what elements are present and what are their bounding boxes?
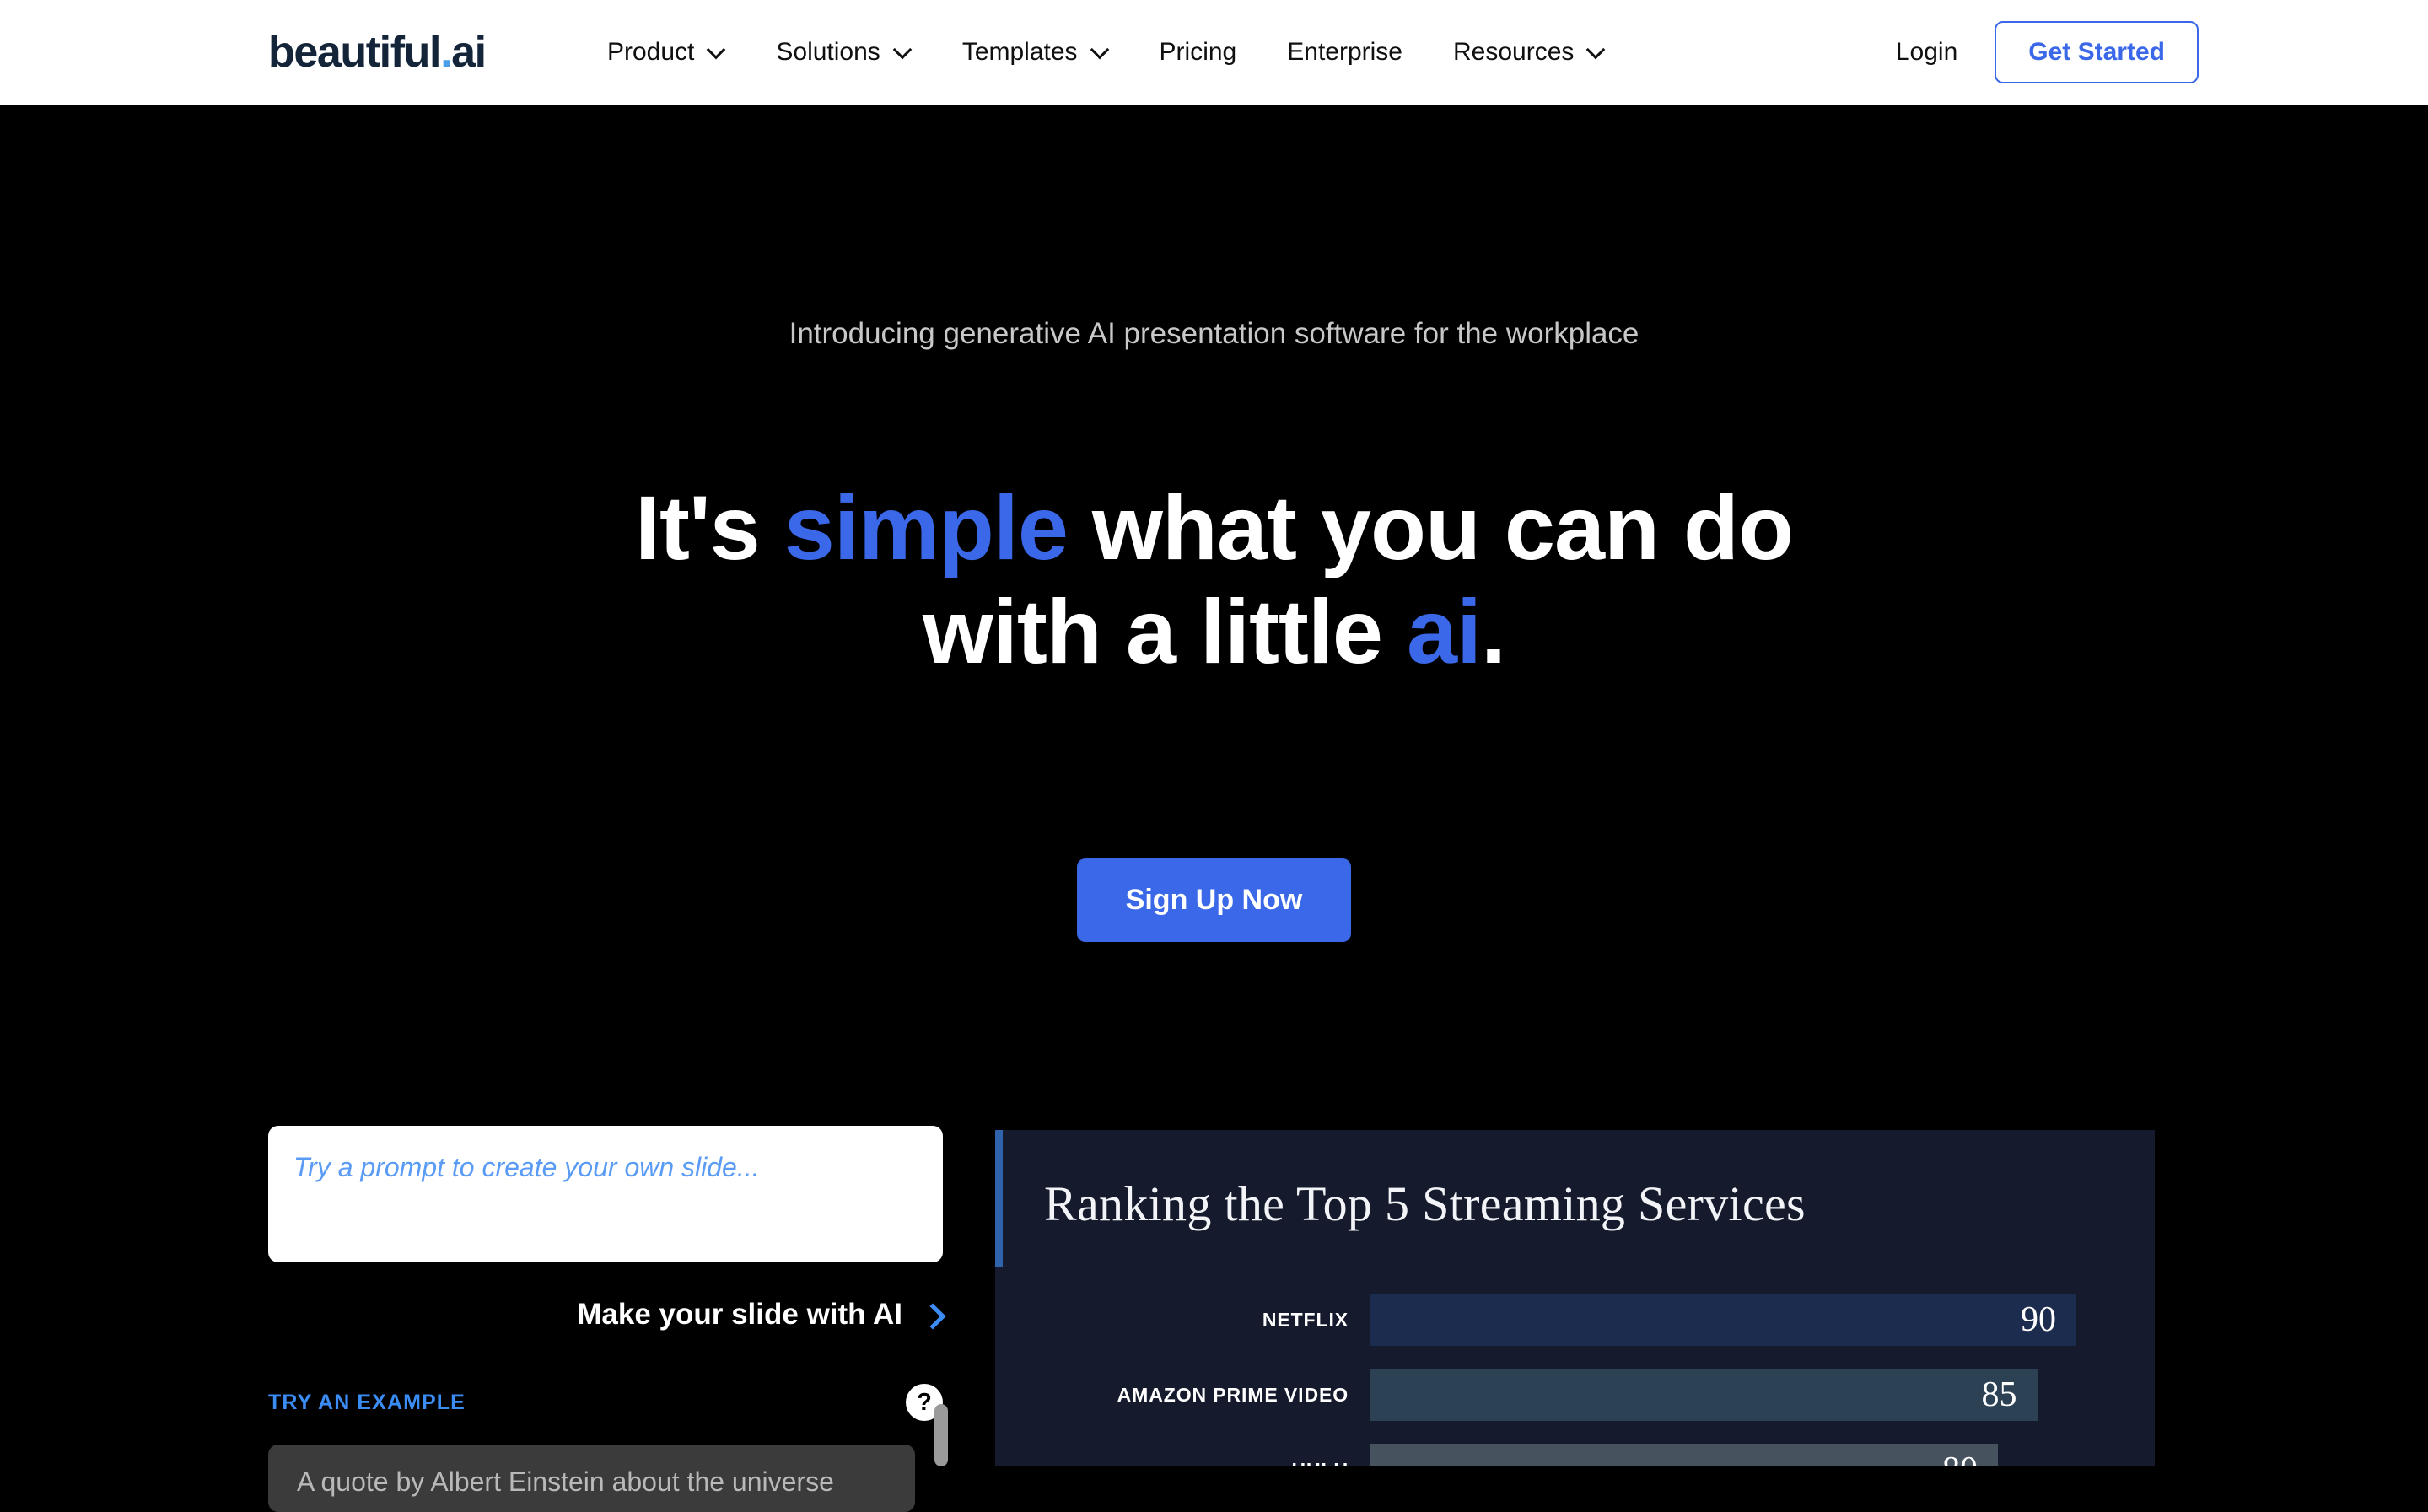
nav-item-pricing-label: Pricing [1159, 38, 1237, 66]
headline-line-2: with a little ai. [0, 579, 2428, 683]
chevron-down-icon [1092, 44, 1109, 61]
bar-track: 80 [1370, 1444, 2155, 1466]
prompt-panel: Make your slide with AI TRY AN EXAMPLE ?… [268, 1126, 943, 1512]
chevron-down-icon [1588, 44, 1605, 61]
chevron-down-icon [895, 44, 912, 61]
nav-item-enterprise-label: Enterprise [1287, 38, 1402, 66]
horizontal-bar-chart: NETFLIX 90 AMAZON PRIME VIDEO 85 HULU [995, 1294, 2155, 1466]
sign-up-now-button[interactable]: Sign Up Now [1076, 858, 1352, 942]
bar-value-label: 85 [1981, 1375, 2017, 1414]
logo-text-main: beautiful [268, 28, 441, 77]
nav-item-templates-label: Templates [961, 38, 1078, 66]
nav-item-resources[interactable]: Resources [1428, 38, 1630, 67]
bar-fill: 85 [1370, 1369, 2038, 1421]
headline-part-2: what you can do [1067, 476, 1794, 578]
example-list-scrollbar[interactable] [934, 1404, 948, 1466]
headline-part-1: It's [635, 476, 784, 578]
nav-item-templates[interactable]: Templates [937, 38, 1134, 67]
prompt-input[interactable] [268, 1126, 943, 1262]
make-slide-label: Make your slide with AI [577, 1298, 902, 1331]
hero-eyebrow-text: Introducing generative AI presentation s… [789, 317, 1639, 350]
bar-category-label: AMAZON PRIME VIDEO [1117, 1383, 1349, 1406]
nav-item-resources-label: Resources [1452, 38, 1575, 66]
chart-bar-row: NETFLIX 90 [995, 1294, 2155, 1346]
nav-item-solutions[interactable]: Solutions [751, 38, 936, 67]
hero-cta-wrapper: Sign Up Now [0, 858, 2428, 942]
hero-section: Introducing generative AI presentation s… [0, 105, 2428, 1512]
nav-auth-actions: Login Get Started [1896, 21, 2199, 83]
nav-item-product-label: Product [607, 38, 695, 66]
nav-item-solutions-label: Solutions [776, 38, 880, 66]
brand-logo[interactable]: beautiful. ai [268, 27, 487, 78]
slide-title: Ranking the Top 5 Streaming Services [1044, 1176, 1806, 1231]
bar-fill: 90 [1370, 1294, 2076, 1346]
nav-item-enterprise[interactable]: Enterprise [1262, 38, 1428, 67]
bar-category-label: NETFLIX [1262, 1308, 1349, 1331]
headline-part-3: with a little [922, 580, 1407, 683]
bar-value-label: 80 [1942, 1450, 1978, 1466]
headline-part-4: . [1481, 580, 1506, 683]
bar-category-label: HULU [995, 1459, 1370, 1467]
bar-track: 90 [1370, 1294, 2155, 1346]
try-an-example-label: TRY AN EXAMPLE [268, 1390, 466, 1414]
top-navigation-bar: beautiful. ai Product Solutions Templates… [0, 0, 2428, 105]
bar-fill: 80 [1370, 1444, 1998, 1466]
scrollbar-thumb[interactable] [934, 1404, 948, 1466]
headline-accent-ai: ai [1406, 580, 1482, 683]
slide-accent-bar [995, 1130, 1003, 1267]
chevron-down-icon [708, 44, 725, 61]
chart-bar-row: AMAZON PRIME VIDEO 85 [995, 1369, 2155, 1421]
slide-preview[interactable]: Ranking the Top 5 Streaming Services NET… [995, 1130, 2155, 1466]
logo-dot: . [440, 28, 452, 77]
make-slide-with-ai-button[interactable]: Make your slide with AI [268, 1298, 943, 1332]
login-link[interactable]: Login [1896, 38, 1957, 67]
example-prompt-card[interactable]: A quote by Albert Einstein about the uni… [268, 1445, 915, 1512]
bar-value-label: 90 [2021, 1300, 2056, 1339]
hero-headline: It's simple what you can do with a littl… [0, 476, 2428, 683]
try-example-header: TRY AN EXAMPLE ? [268, 1384, 943, 1421]
nav-item-product[interactable]: Product [582, 38, 751, 67]
headline-accent-simple: simple [783, 476, 1069, 578]
chart-bar-row: HULU 80 [995, 1444, 2155, 1466]
logo-text-ai: ai [451, 28, 487, 77]
chevron-right-icon [921, 1304, 943, 1326]
get-started-button[interactable]: Get Started [1995, 21, 2199, 83]
primary-nav-links: Product Solutions Templates Pricing Ente… [582, 38, 1630, 67]
bar-track: 85 [1370, 1369, 2155, 1421]
nav-item-pricing[interactable]: Pricing [1134, 38, 1262, 67]
